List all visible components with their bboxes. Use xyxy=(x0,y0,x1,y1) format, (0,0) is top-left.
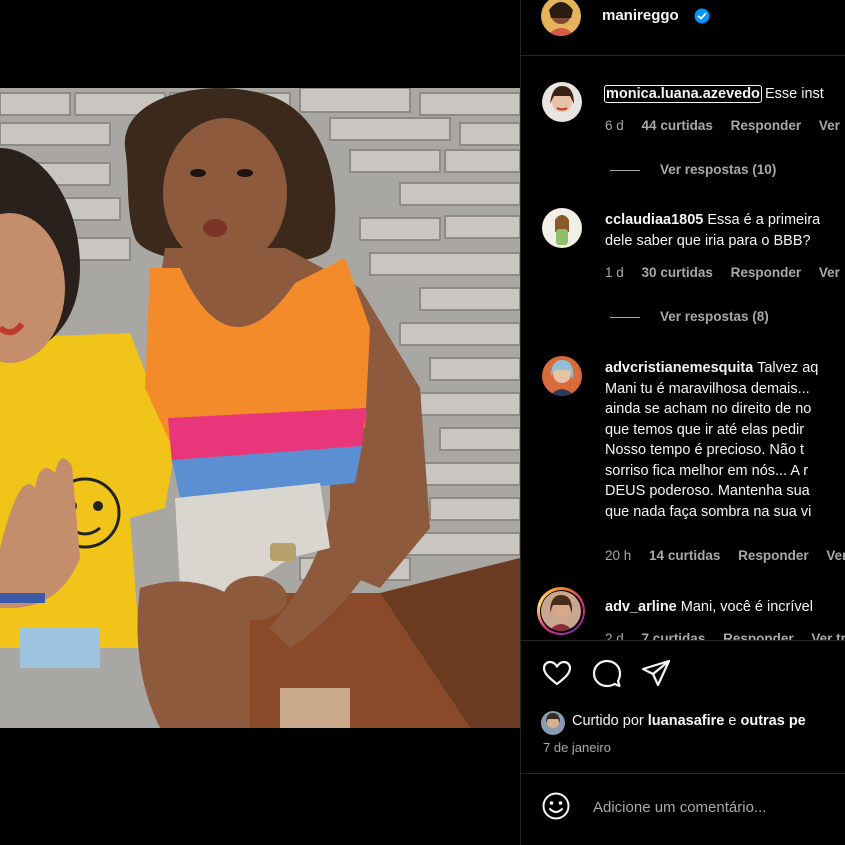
view-replies-label: Ver respostas (8) xyxy=(660,309,769,324)
comment-meta: 1 d 30 curtidas Responder Ver xyxy=(605,265,845,280)
comment-likes-count[interactable]: 14 curtidas xyxy=(649,548,720,563)
comment-text: DEUS poderoso. Mantenha sua xyxy=(605,483,810,499)
comment-text: Essa é a primeira xyxy=(707,212,821,228)
smiley-icon[interactable] xyxy=(541,791,571,821)
comment-meta: 6 d 44 curtidas Responder Ver xyxy=(605,118,845,133)
comment-username[interactable]: adv_arline xyxy=(605,599,677,615)
view-replies-label: Ver respostas (10) xyxy=(660,162,777,177)
see-translation-link[interactable]: Ver xyxy=(826,548,845,563)
post-date[interactable]: 7 de janeiro xyxy=(543,740,611,755)
comment-bubble-icon[interactable] xyxy=(591,657,623,689)
reply-button[interactable]: Responder xyxy=(731,265,802,280)
comment-likes-count[interactable]: 44 curtidas xyxy=(642,118,713,133)
comment-text: dele saber que iria para o BBB? xyxy=(605,232,811,249)
see-translation-link[interactable]: Ver tr xyxy=(811,631,845,640)
reply-button[interactable]: Responder xyxy=(723,631,794,640)
view-replies-button[interactable]: Ver respostas (8) xyxy=(610,309,769,324)
view-replies-button[interactable]: Ver respostas (10) xyxy=(610,162,776,177)
comment-username[interactable]: advcristianemesquita xyxy=(605,360,753,376)
add-comment-bar xyxy=(521,773,845,845)
comment-time[interactable]: 1 d xyxy=(605,265,624,280)
post-actions: Curtido por luanasafire e outras pe 7 de… xyxy=(521,640,845,774)
comment-likes-count[interactable]: 7 curtidas xyxy=(642,631,706,640)
comments-list[interactable]: monica.luana.azevedo Esse inst 6 d 44 cu… xyxy=(521,56,845,640)
commenter-avatar[interactable] xyxy=(542,208,582,248)
replies-divider xyxy=(610,169,640,171)
comment-text: Esse inst xyxy=(764,86,824,102)
post-header: manireggo xyxy=(521,0,845,56)
comment-username[interactable]: monica.luana.azevedo xyxy=(604,85,762,103)
comment-text: ainda se acham no direito de no xyxy=(605,401,812,417)
author-avatar[interactable] xyxy=(541,0,581,36)
reply-button[interactable]: Responder xyxy=(731,118,802,133)
comment-text: sorriso fica melhor em nós... A r xyxy=(605,462,809,479)
reply-button[interactable]: Responder xyxy=(738,548,809,563)
comment-text: Nosso tempo é precioso. Não t xyxy=(605,442,805,458)
likes-others-link[interactable]: outras pe xyxy=(740,713,805,729)
author-username[interactable]: manireggo xyxy=(602,7,679,24)
commenter-avatar[interactable] xyxy=(541,591,581,631)
verified-badge-icon xyxy=(694,8,710,24)
see-translation-link[interactable]: Ver xyxy=(819,265,840,280)
comment-text: que nada faça sombra na sua vi xyxy=(605,503,812,520)
post-side-panel: manireggo monica.luana.azevedo Esse inst xyxy=(520,0,845,845)
comment-text: Mani, você é incrível xyxy=(680,599,813,615)
paper-plane-icon[interactable] xyxy=(640,657,672,689)
comment-text-block: adv_arline Mani, você é incrível xyxy=(605,597,845,618)
comment-username[interactable]: cclaudiaa1805 xyxy=(605,212,703,228)
commenter-avatar[interactable] xyxy=(542,356,582,396)
replies-divider xyxy=(610,316,640,318)
likes-text: Curtido por luanasafire e outras pe xyxy=(572,713,806,729)
comment-meta: 2 d 7 curtidas Responder Ver tr xyxy=(605,631,845,640)
post-photo xyxy=(0,88,520,728)
see-translation-link[interactable]: Ver xyxy=(819,118,840,133)
liked-by-prefix: Curtido por xyxy=(572,713,644,729)
likes-joiner: e xyxy=(728,713,737,729)
comment-likes-count[interactable]: 30 curtidas xyxy=(642,265,713,280)
liker-avatar[interactable] xyxy=(541,711,565,735)
comment-text: Mani tu é maravilhosa demais... xyxy=(605,380,810,397)
liked-by-username[interactable]: luanasafire xyxy=(648,713,725,729)
comment-text-block: advcristianemesquita Talvez aq Mani tu é… xyxy=(605,358,845,522)
commenter-avatar[interactable] xyxy=(542,82,582,122)
comment-time[interactable]: 20 h xyxy=(605,548,631,563)
comment-text: que temos que ir até elas pedir xyxy=(605,421,805,438)
comment-meta: 20 h 14 curtidas Responder Ver xyxy=(605,548,845,563)
comment-time[interactable]: 2 d xyxy=(605,631,624,640)
comment-text-block: cclaudiaa1805 Essa é a primeira dele sab… xyxy=(605,210,845,251)
comment-time[interactable]: 6 d xyxy=(605,118,624,133)
comment-text: Talvez aq xyxy=(757,360,819,376)
comment-input[interactable] xyxy=(591,794,835,820)
comment-text-block: monica.luana.azevedo Esse inst xyxy=(604,84,845,105)
heart-icon[interactable] xyxy=(541,657,573,689)
